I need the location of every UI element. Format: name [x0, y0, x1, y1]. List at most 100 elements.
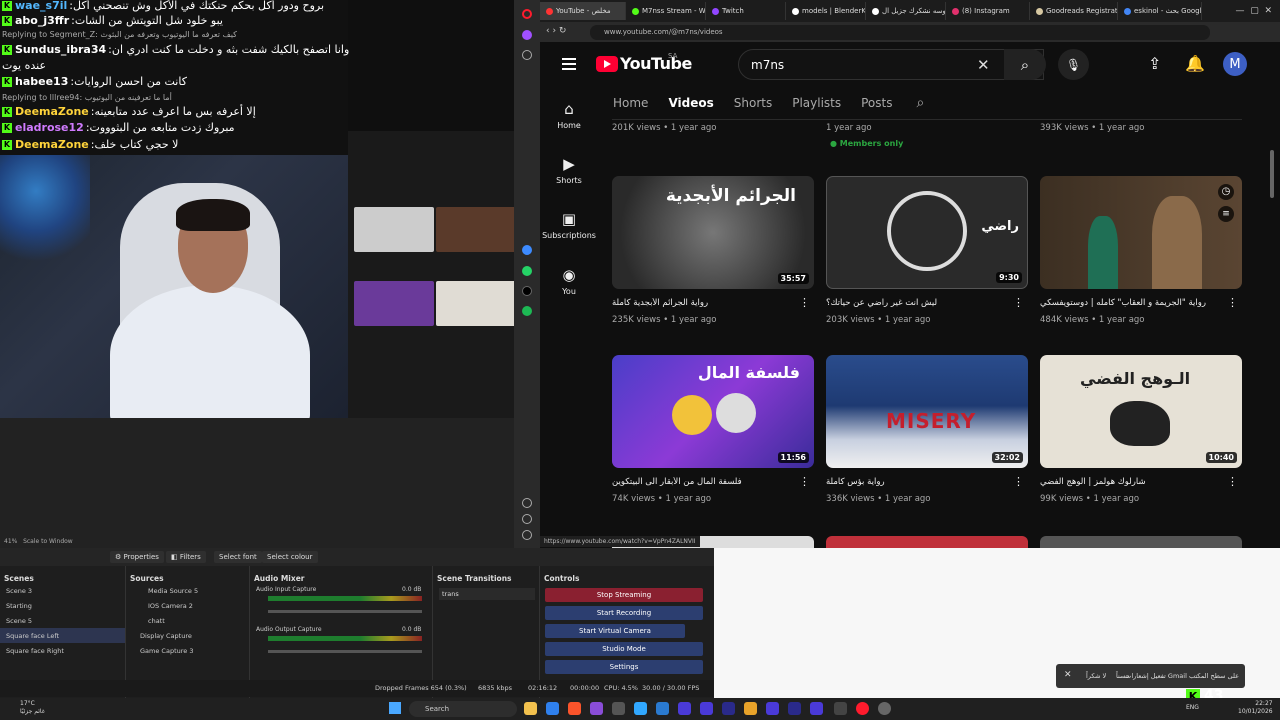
aria-icon[interactable] [522, 30, 532, 40]
start-virtual-camera-button[interactable]: Start Virtual Camera [545, 624, 685, 638]
video-title[interactable]: ليش انت غير راضي عن حياتك؟ [826, 298, 1028, 310]
app-icon[interactable] [788, 702, 801, 715]
tab-google[interactable]: eskinol - بحث Google [1118, 2, 1202, 20]
visual-studio-icon[interactable] [590, 702, 603, 715]
language-indicator[interactable]: ENG [1186, 704, 1199, 711]
video-card[interactable]: ◷ ≡ رواية "الجريمة و العقاب" كامله | دوس… [1040, 176, 1242, 325]
youtube-logo-icon[interactable] [596, 56, 618, 72]
heart-icon[interactable] [522, 498, 532, 508]
video-title[interactable]: رواية "الجريمة و العقاب" كامله | دوستويف… [1040, 298, 1242, 310]
source-item[interactable]: IOS Camera 2 [126, 598, 249, 613]
start-recording-button[interactable]: Start Recording [545, 606, 703, 620]
brave-icon[interactable] [568, 702, 581, 715]
more-options-icon[interactable]: ⋮ [1227, 475, 1238, 488]
audition-icon[interactable] [766, 702, 779, 715]
spotify-icon[interactable] [522, 306, 532, 316]
tab-youtube[interactable]: YouTube - مخلص [540, 2, 626, 20]
video-thumbnail[interactable]: MISERY 32:02 [826, 355, 1028, 468]
menu-icon[interactable] [562, 58, 576, 70]
video-card[interactable]: فلسفة المال 11:56 فلسفة المال من الأبقار… [612, 355, 814, 504]
back-forward-reload-icon[interactable]: ‹ › ↻ [546, 26, 566, 36]
properties-button[interactable]: ⚙ Properties [110, 551, 164, 563]
window-controls[interactable]: — ▢ ✕ [1236, 6, 1280, 16]
tab-playlists[interactable]: Playlists [792, 92, 841, 114]
weather-widget[interactable]: 17°C غائم جزئيًا [20, 700, 45, 716]
nav-home[interactable]: ⌂ Home [540, 100, 598, 130]
video-title[interactable]: رواية بؤس كاملة [826, 477, 1028, 489]
close-icon[interactable]: ✕ [1064, 670, 1072, 680]
more-options-icon[interactable]: ⋮ [1013, 475, 1024, 488]
notifications-bell-icon[interactable]: 🔔 [1185, 54, 1205, 73]
select-font-button[interactable]: Select font [214, 551, 262, 563]
video-thumbnail[interactable]: راضي 9:30 [826, 176, 1028, 289]
more-options-icon[interactable]: ⋮ [799, 475, 810, 488]
video-thumbnail[interactable]: الجرائم الأبجدية 35:57 [612, 176, 814, 289]
scene-item[interactable]: Starting [0, 598, 125, 613]
app-icon[interactable] [878, 702, 891, 715]
history-icon[interactable] [522, 514, 532, 524]
tab-shorts[interactable]: Shorts [734, 92, 772, 114]
zoom-level[interactable]: 41% [4, 538, 17, 545]
tab-goodreads[interactable]: Goodreads Registration [1030, 2, 1118, 20]
transition-select[interactable]: trans [439, 588, 535, 600]
volume-slider[interactable] [268, 610, 422, 613]
messenger-icon[interactable] [522, 245, 532, 255]
scene-item[interactable]: Scene 5 [0, 613, 125, 628]
tab-twitch[interactable]: Twitch [706, 2, 786, 20]
photoshop-icon[interactable] [634, 702, 647, 715]
channel-search-icon[interactable]: ⌕ [916, 95, 924, 111]
app-icon[interactable] [656, 702, 669, 715]
youtube-logo-text[interactable]: YouTube [620, 54, 692, 73]
clock[interactable]: 22:27 10/01/2026 [1238, 700, 1273, 716]
obs-icon[interactable] [834, 702, 847, 715]
no-thanks-button[interactable]: لا شكراً [1086, 672, 1106, 680]
source-item[interactable]: Media Source 5 [126, 583, 249, 598]
after-effects-icon[interactable] [678, 702, 691, 715]
tab-blenderkit[interactable]: models | BlenderKit [786, 2, 866, 20]
watch-later-icon[interactable]: ◷ [1218, 184, 1234, 200]
video-card[interactable]: راضي 9:30 ليش انت غير راضي عن حياتك؟ 203… [826, 176, 1028, 325]
tab-thanks[interactable]: يا خيوسه نشكرك جزيل ال... [866, 2, 946, 20]
video-title[interactable]: شارلوك هولمز | الوهج الفضي [1040, 477, 1242, 489]
stop-streaming-button[interactable]: Stop Streaming [545, 588, 703, 602]
app-icon[interactable] [612, 702, 625, 715]
add-to-queue-icon[interactable]: ≡ [1218, 206, 1234, 222]
nav-subscriptions[interactable]: ▣ Subscriptions [540, 210, 598, 240]
volume-slider[interactable] [268, 650, 422, 653]
nav-shorts[interactable]: ▶ Shorts [540, 155, 598, 185]
tab-kick[interactable]: M7nss Stream - Watch [626, 2, 706, 20]
scene-item[interactable]: Square face Right [0, 643, 125, 658]
after-effects-icon[interactable] [700, 702, 713, 715]
more-options-icon[interactable]: ⋮ [1013, 296, 1024, 309]
source-item[interactable]: Game Capture 3 [126, 643, 249, 658]
more-options-icon[interactable]: ⋮ [1227, 296, 1238, 309]
video-thumbnail[interactable]: الـوهج الفضي 10:40 [1040, 355, 1242, 468]
avatar[interactable]: M [1223, 52, 1247, 76]
scale-select[interactable]: Scale to Window [23, 538, 73, 545]
video-card[interactable]: MISERY 32:02 رواية بؤس كاملة 336K views … [826, 355, 1028, 504]
search-input[interactable]: m7ns [738, 49, 1044, 80]
x-icon[interactable] [522, 286, 532, 296]
vscode-icon[interactable] [546, 702, 559, 715]
whatsapp-icon[interactable] [522, 266, 532, 276]
source-item[interactable]: Display Capture [126, 628, 249, 643]
upload-icon[interactable]: ⇪ [1148, 54, 1161, 73]
opera-logo-icon[interactable] [522, 9, 532, 19]
source-item[interactable]: chatt [126, 613, 249, 628]
nav-you[interactable]: ◉ You [540, 266, 598, 296]
scene-item[interactable]: Scene 3 [0, 583, 125, 598]
url-field[interactable]: www.youtube.com/@m7ns/videos [590, 24, 1210, 40]
more-icon[interactable] [522, 530, 532, 540]
tab-videos[interactable]: Videos [668, 92, 713, 114]
scene-item[interactable]: Square face Left [0, 628, 125, 643]
tab-posts[interactable]: Posts [861, 92, 892, 114]
search-icon[interactable]: ⌕ [1004, 49, 1046, 80]
taskbar-search[interactable]: Search [409, 701, 517, 717]
video-title[interactable]: فلسفة المال من الأبقار الى البيتكوين [612, 477, 814, 489]
filters-button[interactable]: ◧ Filters [166, 551, 206, 563]
tab-home[interactable]: Home [613, 92, 648, 114]
more-options-icon[interactable]: ⋮ [799, 296, 810, 309]
scrollbar[interactable] [1270, 150, 1274, 198]
tab-instagram[interactable]: (8) Instagram [946, 2, 1030, 20]
video-card[interactable]: الـوهج الفضي 10:40 شارلوك هولمز | الوهج … [1040, 355, 1242, 504]
